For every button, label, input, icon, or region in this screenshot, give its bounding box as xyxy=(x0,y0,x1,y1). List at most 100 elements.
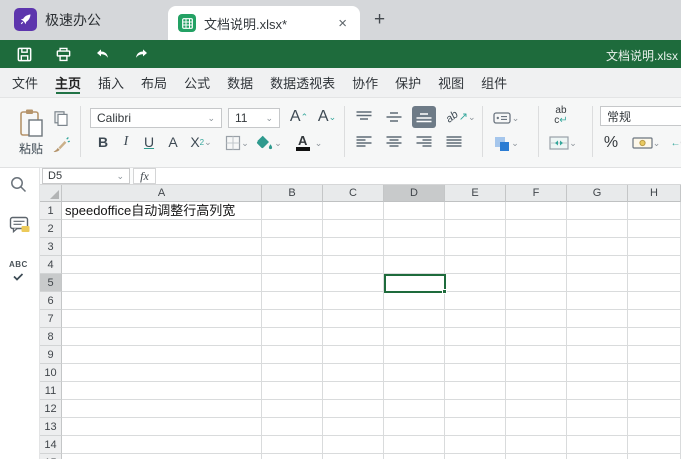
menu-file[interactable]: 文件 xyxy=(12,68,38,97)
fill-color-button[interactable]: ⌄ xyxy=(252,131,284,155)
app-menu-button[interactable]: 极速办公 xyxy=(14,8,101,31)
cell[interactable] xyxy=(445,328,506,346)
align-top-icon[interactable] xyxy=(352,106,376,128)
row-header-15[interactable]: 15 xyxy=(40,454,62,459)
cell[interactable] xyxy=(445,364,506,382)
cell[interactable] xyxy=(445,418,506,436)
cell[interactable] xyxy=(323,202,384,220)
cell[interactable] xyxy=(567,202,628,220)
cell[interactable] xyxy=(567,328,628,346)
column-header-A[interactable]: A xyxy=(62,185,262,202)
bold-button[interactable]: B xyxy=(92,131,114,153)
cell[interactable] xyxy=(323,454,384,459)
strikethrough-button[interactable]: A xyxy=(162,131,184,153)
row-header-6[interactable]: 6 xyxy=(40,292,62,310)
cell[interactable] xyxy=(628,436,681,454)
cell[interactable] xyxy=(323,382,384,400)
copy-icon[interactable] xyxy=(50,108,72,128)
cell[interactable] xyxy=(384,346,445,364)
cell[interactable] xyxy=(262,220,323,238)
align-bottom-icon[interactable] xyxy=(412,106,436,128)
cell[interactable] xyxy=(262,310,323,328)
cell[interactable] xyxy=(384,328,445,346)
cell[interactable] xyxy=(62,310,262,328)
font-size-combo[interactable]: 11 ⌄ xyxy=(228,108,280,128)
cell[interactable] xyxy=(384,436,445,454)
cell[interactable] xyxy=(445,220,506,238)
menu-pivot-table[interactable]: 数据透视表 xyxy=(270,68,335,97)
cell[interactable] xyxy=(506,400,567,418)
cell[interactable] xyxy=(62,238,262,256)
cell[interactable] xyxy=(628,382,681,400)
menu-formulas[interactable]: 公式 xyxy=(184,68,210,97)
spell-check-icon[interactable]: ABC xyxy=(9,254,28,281)
cell[interactable] xyxy=(445,292,506,310)
cell[interactable] xyxy=(262,328,323,346)
column-header-H[interactable]: H xyxy=(628,185,681,202)
number-format-combo[interactable]: 常规 xyxy=(600,106,681,126)
cell[interactable] xyxy=(262,346,323,364)
cell[interactable] xyxy=(62,256,262,274)
cell[interactable] xyxy=(567,220,628,238)
row-header-12[interactable]: 12 xyxy=(40,400,62,418)
cell[interactable] xyxy=(506,220,567,238)
cell[interactable] xyxy=(323,256,384,274)
cell[interactable] xyxy=(506,364,567,382)
cell[interactable] xyxy=(506,202,567,220)
cell[interactable] xyxy=(323,292,384,310)
cell[interactable] xyxy=(62,328,262,346)
cell[interactable] xyxy=(62,454,262,459)
align-middle-icon[interactable] xyxy=(382,106,406,128)
merge-center-button[interactable]: ⌄ xyxy=(543,132,583,154)
selection-box[interactable] xyxy=(384,274,447,294)
cell[interactable] xyxy=(506,274,567,292)
cell[interactable] xyxy=(628,346,681,364)
cell[interactable] xyxy=(62,274,262,292)
cell[interactable] xyxy=(567,436,628,454)
cell[interactable] xyxy=(445,382,506,400)
cell[interactable] xyxy=(506,238,567,256)
menu-view[interactable]: 视图 xyxy=(438,68,464,97)
cell[interactable] xyxy=(506,328,567,346)
cell[interactable] xyxy=(445,238,506,256)
column-header-C[interactable]: C xyxy=(323,185,384,202)
cell[interactable] xyxy=(384,400,445,418)
decrease-decimal-button[interactable]: ← 00 xyxy=(664,132,681,154)
name-box[interactable]: D5 ⌄ xyxy=(42,168,130,184)
cell[interactable] xyxy=(628,238,681,256)
menu-home[interactable]: 主页 xyxy=(55,68,81,97)
cell[interactable] xyxy=(628,292,681,310)
cell[interactable] xyxy=(262,292,323,310)
row-header-4[interactable]: 4 xyxy=(40,256,62,274)
cell[interactable] xyxy=(384,202,445,220)
row-header-11[interactable]: 11 xyxy=(40,382,62,400)
cell[interactable] xyxy=(62,382,262,400)
row-header-7[interactable]: 7 xyxy=(40,310,62,328)
comment-icon[interactable] xyxy=(9,215,31,235)
fill-handle[interactable] xyxy=(442,289,447,294)
percent-style-button[interactable]: % xyxy=(598,131,624,155)
cell[interactable] xyxy=(567,400,628,418)
cell[interactable] xyxy=(262,256,323,274)
cell[interactable] xyxy=(384,310,445,328)
cell[interactable] xyxy=(445,202,506,220)
close-tab-icon[interactable]: × xyxy=(335,15,350,32)
cell[interactable] xyxy=(62,220,262,238)
cell[interactable] xyxy=(506,418,567,436)
cell[interactable] xyxy=(384,256,445,274)
cell[interactable] xyxy=(506,310,567,328)
cell[interactable] xyxy=(62,418,262,436)
cell[interactable] xyxy=(506,436,567,454)
column-header-F[interactable]: F xyxy=(506,185,567,202)
cell[interactable] xyxy=(384,220,445,238)
search-icon[interactable] xyxy=(9,175,29,195)
cell[interactable] xyxy=(62,292,262,310)
row-header-5[interactable]: 5 xyxy=(40,274,62,292)
row-header-2[interactable]: 2 xyxy=(40,220,62,238)
cell[interactable] xyxy=(628,454,681,459)
row-header-8[interactable]: 8 xyxy=(40,328,62,346)
font-color-button[interactable]: A ⌄ xyxy=(288,131,330,155)
cell[interactable] xyxy=(506,382,567,400)
cell[interactable] xyxy=(628,310,681,328)
cell[interactable] xyxy=(323,274,384,292)
